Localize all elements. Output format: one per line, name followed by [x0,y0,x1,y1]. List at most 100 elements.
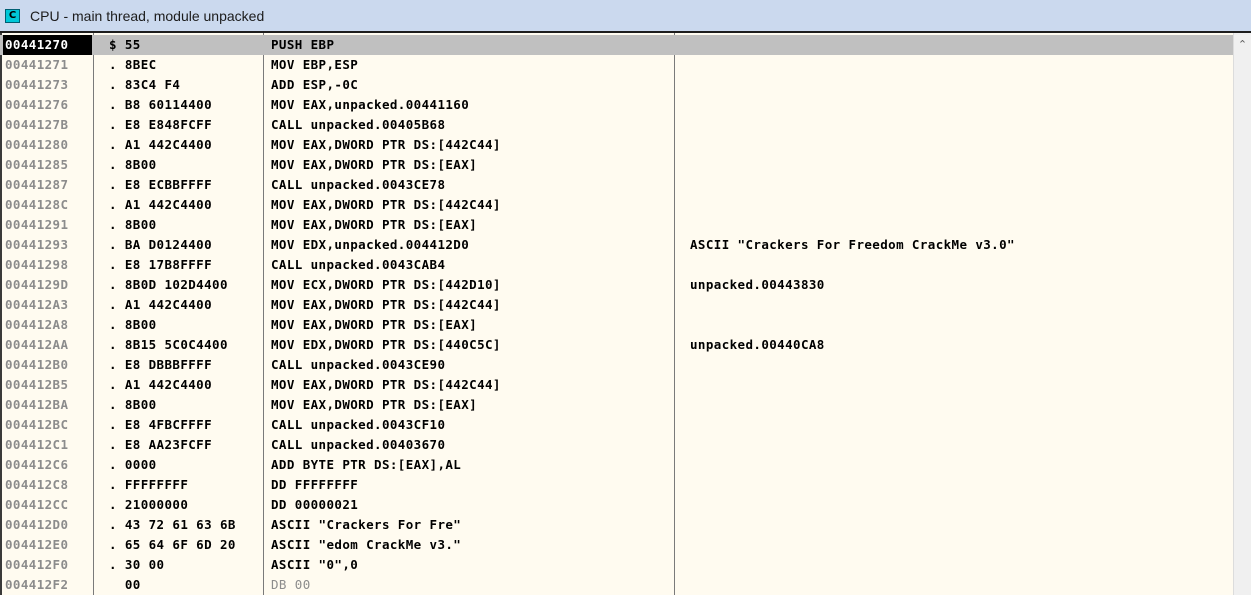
comment-cell [690,495,1230,515]
comment-cell [690,95,1230,115]
disassembly-cell: CALL unpacked.00405B68 [271,117,446,132]
hex-dump-cell: . E8 ECBBFFFF [109,177,213,192]
comment-cell [690,535,1230,555]
hex-dump-cell: . 8BEC [109,57,157,72]
disassembly-row[interactable]: 00441285 . 8B00 MOV EAX,DWORD PTR DS:[EAX] [0,155,1233,175]
hex-dump-cell: . A1 442C4400 [109,297,213,312]
disassembly-row[interactable]: 00441291 . 8B00 MOV EAX,DWORD PTR DS:[EAX] [0,215,1233,235]
hex-dump-cell: $ 55 [109,37,141,52]
address-cell: 004412C1 [5,437,69,452]
hex-dump-cell: . E8 17B8FFFF [109,257,213,272]
comment-cell [690,155,1230,175]
disassembly-cell: MOV EAX,DWORD PTR DS:[442C44] [271,297,501,312]
cpu-window: C CPU - main thread, module unpacked 004… [0,0,1251,595]
comment-cell [690,195,1230,215]
comment-cell [690,355,1230,375]
address-cell: 004412BA [5,397,69,412]
disassembly-cell: DD 00000021 [271,497,359,512]
address-cell: 00441280 [5,137,69,152]
address-cell: 0044128C [5,197,69,212]
disassembly-row[interactable]: 004412F0 . 30 00 ASCII "0",0 [0,555,1233,575]
disassembly-row[interactable]: 00441270 $ 55 PUSH EBP [0,35,1233,55]
disassembly-row[interactable]: 00441293 . BA D0124400 MOV EDX,unpacked.00… [0,235,1233,255]
disassembly-cell: CALL unpacked.0043CE90 [271,357,446,372]
address-cell: 00441276 [5,97,69,112]
disassembly-cell: CALL unpacked.0043CE78 [271,177,446,192]
disassembly-row[interactable]: 00441273 . 83C4 F4 ADD ESP,-0C [0,75,1233,95]
address-cell: 004412BC [5,417,69,432]
disassembly-cell: DB 00 [271,577,311,592]
comment-cell [690,375,1230,395]
disassembly-row[interactable]: 004412BC . E8 4FBCFFFF CALL unpacked.0043C… [0,415,1233,435]
title-bar[interactable]: C CPU - main thread, module unpacked [0,0,1251,33]
disassembly-row[interactable]: 0044127B . E8 E848FCFF CALL unpacked.00405… [0,115,1233,135]
address-cell: 0044127B [5,117,69,132]
comment-cell [690,115,1230,135]
chevron-up-icon[interactable]: ⌃ [1234,37,1251,53]
hex-dump-cell: . FFFFFFFF [109,477,189,492]
address-cell: 00441271 [5,57,69,72]
address-cell: 004412D0 [5,517,69,532]
disassembly-row[interactable]: 004412C8 . FFFFFFFF DD FFFFFFFF [0,475,1233,495]
disassembly-cell: ASCII "Crackers For Fre" [271,517,462,532]
comment-cell [690,215,1230,235]
disassembly-row[interactable]: 004412B5 . A1 442C4400 MOV EAX,DWORD PTR D… [0,375,1233,395]
comment-cell [690,35,1230,55]
disassembly-row[interactable]: 004412C6 . 0000 ADD BYTE PTR DS:[EAX],AL [0,455,1233,475]
disassembly-row[interactable]: 004412F2 00 DB 00 [0,575,1233,595]
disassembly-row[interactable]: 00441280 . A1 442C4400 MOV EAX,DWORD PTR D… [0,135,1233,155]
disassembly-cell: MOV EAX,DWORD PTR DS:[EAX] [271,217,478,232]
disassembly-row[interactable]: 004412CC . 21000000 DD 00000021 [0,495,1233,515]
disassembly-row[interactable]: 004412D0 . 43 72 61 63 6B ASCII "Crackers … [0,515,1233,535]
comment-cell [690,295,1230,315]
hex-dump-cell: . 8B00 [109,157,157,172]
address-cell: 004412AA [5,337,69,352]
address-cell: 00441285 [5,157,69,172]
address-cell: 00441287 [5,177,69,192]
hex-dump-cell: . A1 442C4400 [109,377,213,392]
disassembly-row[interactable]: 004412BA . 8B00 MOV EAX,DWORD PTR DS:[EAX] [0,395,1233,415]
disassembly-cell: MOV EAX,DWORD PTR DS:[442C44] [271,197,501,212]
disassembly-cell: CALL unpacked.0043CAB4 [271,257,446,272]
disassembly-row[interactable]: 004412B0 . E8 DBBBFFFF CALL unpacked.0043C… [0,355,1233,375]
disassembly-cell: ASCII "0",0 [271,557,359,572]
disassembly-row[interactable]: 004412A3 . A1 442C4400 MOV EAX,DWORD PTR D… [0,295,1233,315]
hex-dump-cell: . A1 442C4400 [109,197,213,212]
hex-dump-cell: . BA D0124400 [109,237,213,252]
disassembly-cell: MOV EDX,unpacked.004412D0 [271,237,470,252]
vertical-scrollbar[interactable]: ⌃ [1233,33,1251,595]
disassembly-row[interactable]: 004412A8 . 8B00 MOV EAX,DWORD PTR DS:[EAX] [0,315,1233,335]
disassembly-row[interactable]: 00441298 . E8 17B8FFFF CALL unpacked.0043C… [0,255,1233,275]
comment-cell [690,75,1230,95]
disassembly-cell: MOV EAX,DWORD PTR DS:[442C44] [271,137,501,152]
address-cell: 004412F2 [5,577,69,592]
hex-dump-cell: . 83C4 F4 [109,77,181,92]
disassembly-row[interactable]: 0044128C . A1 442C4400 MOV EAX,DWORD PTR D… [0,195,1233,215]
disassembly-row[interactable]: 004412E0 . 65 64 6F 6D 20 ASCII "edom Crac… [0,535,1233,555]
hex-dump-cell: . 43 72 61 63 6B [109,517,236,532]
hex-dump-cell: . 8B00 [109,317,157,332]
hex-dump-cell: . A1 442C4400 [109,137,213,152]
hex-dump-cell: . E8 4FBCFFFF [109,417,213,432]
hex-dump-cell: . 0000 [109,457,157,472]
disassembly-pane[interactable]: 00441270 $ 55 PUSH EBP 00441271 . 8BEC MOV EB… [0,33,1233,595]
disassembly-row[interactable]: 004412AA . 8B15 5C0C4400 MOV EDX,DWORD PTR… [0,335,1233,355]
disassembly-row[interactable]: 0044129D . 8B0D 102D4400 MOV ECX,DWORD PTR… [0,275,1233,295]
disassembly-row[interactable]: 00441276 . B8 60114400 MOV EAX,unpacked.00… [0,95,1233,115]
address-cell: 004412A3 [5,297,69,312]
disassembly-cell: MOV EAX,DWORD PTR DS:[442C44] [271,377,501,392]
disassembly-row[interactable]: 00441271 . 8BEC MOV EBP,ESP [0,55,1233,75]
disassembly-row[interactable]: 00441287 . E8 ECBBFFFF CALL unpacked.0043C… [0,175,1233,195]
disassembly-row[interactable]: 004412C1 . E8 AA23FCFF CALL unpacked.00403… [0,435,1233,455]
disassembly-cell: ADD ESP,-0C [271,77,359,92]
hex-dump-cell: . 65 64 6F 6D 20 [109,537,236,552]
comment-cell [690,135,1230,155]
disassembly-cell: ASCII "edom CrackMe v3." [271,537,462,552]
disassembly-cell: MOV ECX,DWORD PTR DS:[442D10] [271,277,501,292]
address-cell: 00441291 [5,217,69,232]
address-cell: 004412F0 [5,557,69,572]
hex-dump-cell: . E8 AA23FCFF [109,437,213,452]
comment-cell [690,175,1230,195]
comment-cell [690,415,1230,435]
hex-dump-cell: . 30 00 [109,557,165,572]
